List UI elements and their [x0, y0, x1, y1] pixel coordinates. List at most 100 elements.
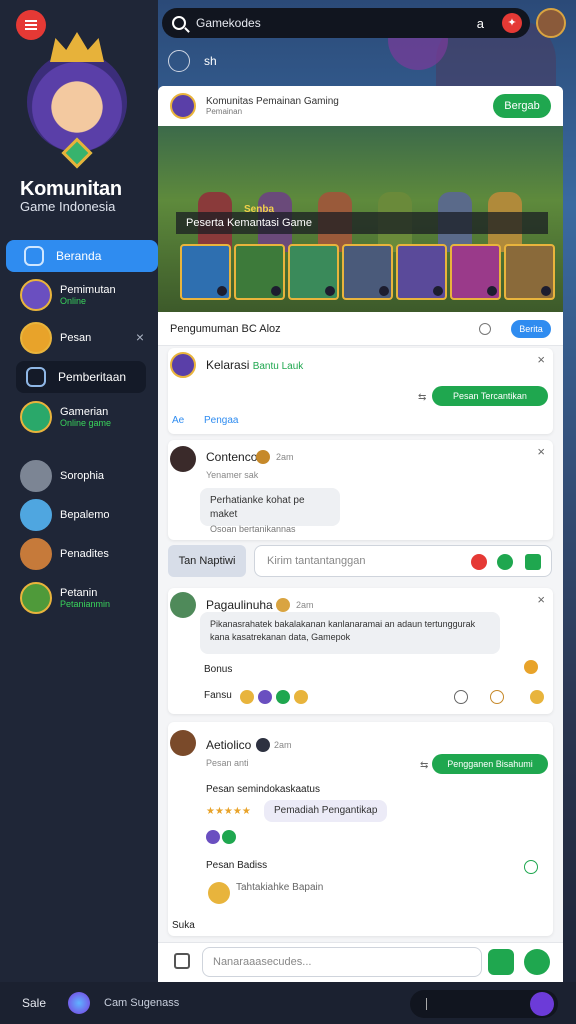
thumbnail[interactable] — [450, 244, 501, 300]
badge-icon — [256, 450, 270, 464]
subbar: sh — [168, 50, 217, 72]
avatar — [20, 538, 52, 570]
channel-item[interactable]: Penadites — [20, 537, 158, 571]
message-button[interactable]: Pesan Tercantikan — [432, 386, 548, 406]
post-label: Fansu — [204, 690, 232, 701]
avatar[interactable] — [68, 992, 90, 1014]
thumbnail[interactable] — [396, 244, 447, 300]
post-subtitle: Pesan anti — [206, 758, 249, 768]
gem-icon — [222, 830, 236, 844]
post-line: Tahtakiahke Bapain — [236, 882, 324, 893]
post-time: 2am — [274, 740, 292, 750]
panel-header: Komunitas Pemainan Gaming Pemainan Berga… — [158, 86, 563, 126]
thumbnail[interactable] — [504, 244, 555, 300]
rating-stars: ★★★★★ — [206, 806, 251, 817]
user-avatar[interactable] — [536, 8, 566, 38]
like-icon[interactable] — [524, 860, 538, 874]
thumbnail[interactable] — [342, 244, 393, 300]
news-pill[interactable]: Berita — [511, 319, 551, 338]
nav-item-pemberitaan[interactable]: Pemberitaan — [16, 361, 146, 393]
flame-icon[interactable]: ✦ — [502, 13, 522, 33]
gem-icon — [258, 690, 272, 704]
heart-icon[interactable] — [471, 554, 487, 570]
comment-icon[interactable] — [490, 690, 504, 704]
search-bar[interactable]: Gamekodes a ✦ — [162, 8, 530, 38]
announcement-header: Pengumuman BC Aloz Berita — [158, 312, 563, 346]
post-time: 2am — [296, 600, 314, 610]
channel-item[interactable]: Pesan × — [20, 321, 158, 355]
tab-link[interactable]: Pengaa — [204, 415, 238, 426]
refresh-icon[interactable] — [168, 50, 190, 72]
avatar — [20, 279, 52, 311]
reply-input[interactable]: Kirim tantantanggan — [254, 545, 552, 577]
avatar — [20, 401, 52, 433]
post-label: Bonus — [204, 664, 233, 675]
channel-item[interactable]: Sorophia — [20, 459, 158, 493]
share-icon[interactable] — [524, 660, 538, 674]
context-label: Cam Sugenass — [104, 997, 180, 1009]
channel-item[interactable]: Petanin Petanianmin — [20, 581, 158, 615]
close-icon[interactable]: × — [537, 352, 545, 367]
refresh-icon[interactable] — [497, 554, 513, 570]
join-button[interactable]: Bergab — [493, 94, 551, 118]
character-thumbnails — [180, 244, 555, 300]
banner-caption: Peserta Kemantasi Game — [186, 217, 312, 229]
message-button[interactable]: Pengganen Bisahumi — [432, 754, 548, 774]
tab-link[interactable]: Ae — [172, 415, 184, 426]
share-icon[interactable]: ⇆ — [420, 760, 428, 771]
share-icon[interactable]: ⇆ — [418, 392, 426, 403]
subbar-label: sh — [204, 54, 217, 68]
like-icon[interactable] — [454, 690, 468, 704]
post-line: Pesan Badiss — [206, 860, 268, 871]
nav-item-beranda[interactable]: Beranda — [6, 240, 158, 272]
avatar — [20, 582, 52, 614]
reward-chip[interactable]: Pemadiah Pengantikap — [264, 800, 388, 822]
hero-avatar — [22, 32, 132, 169]
search-input[interactable]: Gamekodes — [196, 16, 261, 30]
avatar — [170, 446, 196, 472]
microphone-icon[interactable] — [530, 992, 554, 1016]
section-title: Pengumuman BC Aloz — [170, 322, 281, 335]
message-bubble: Pikanasrahatek bakalakanan kanlanaramai … — [200, 612, 500, 654]
tab-button[interactable]: Tan Naptiwi — [168, 545, 246, 577]
sale-label[interactable]: Sale — [22, 996, 46, 1010]
info-icon[interactable] — [479, 322, 491, 335]
edit-icon[interactable] — [525, 554, 541, 570]
close-icon[interactable]: × — [537, 444, 545, 459]
reply-placeholder: Kirim tantantanggan — [267, 555, 366, 567]
bubble-line: Perhatianke kohat pe maket — [210, 495, 305, 520]
channel-item[interactable]: Gamerian Online game — [20, 400, 158, 434]
message-placeholder: Nanaraaasecudes... — [213, 956, 312, 968]
message-input[interactable]: Nanaraaasecudes... — [202, 947, 482, 977]
post-subtitle: Yenamer sak — [206, 470, 259, 480]
channel-name: Gamerian — [60, 406, 109, 418]
voice-input[interactable] — [410, 990, 558, 1018]
star-icon — [240, 690, 254, 704]
brand-subtitle: Game Indonesia — [20, 199, 116, 214]
channel-item[interactable]: Bepalemo — [20, 498, 158, 532]
avatar — [170, 93, 196, 119]
avatar — [20, 322, 52, 354]
thumbnail[interactable] — [234, 244, 285, 300]
channel-status: Online game — [60, 418, 112, 428]
thumbnail[interactable] — [288, 244, 339, 300]
action-bar: Tan Naptiwi Kirim tantantanggan — [168, 544, 553, 578]
nav-label: Beranda — [56, 249, 102, 263]
close-icon[interactable]: × — [136, 329, 144, 345]
channel-item[interactable]: Pemimutan Online — [20, 278, 158, 312]
channel-name: Sorophia — [60, 470, 105, 482]
thumbnail[interactable] — [180, 244, 231, 300]
sidebar: Komunitan Game Indonesia Beranda Pemimut… — [0, 0, 158, 982]
attach-icon[interactable] — [174, 953, 190, 969]
author-name: Aetiolico — [206, 738, 252, 752]
sticker-button[interactable] — [488, 949, 514, 975]
close-icon[interactable]: × — [537, 592, 545, 607]
search-icon — [172, 16, 186, 30]
coin-icon[interactable] — [530, 690, 544, 704]
send-button[interactable] — [524, 949, 550, 975]
channel-name: Bepalemo — [60, 509, 110, 521]
avatar — [170, 730, 196, 756]
post-author: Kelarasi Bantu Lauk — [206, 358, 303, 372]
post-card: Contenco 2am Yenamer sak × Perhatianke k… — [168, 440, 553, 540]
search-text-icon[interactable]: a — [477, 16, 484, 31]
